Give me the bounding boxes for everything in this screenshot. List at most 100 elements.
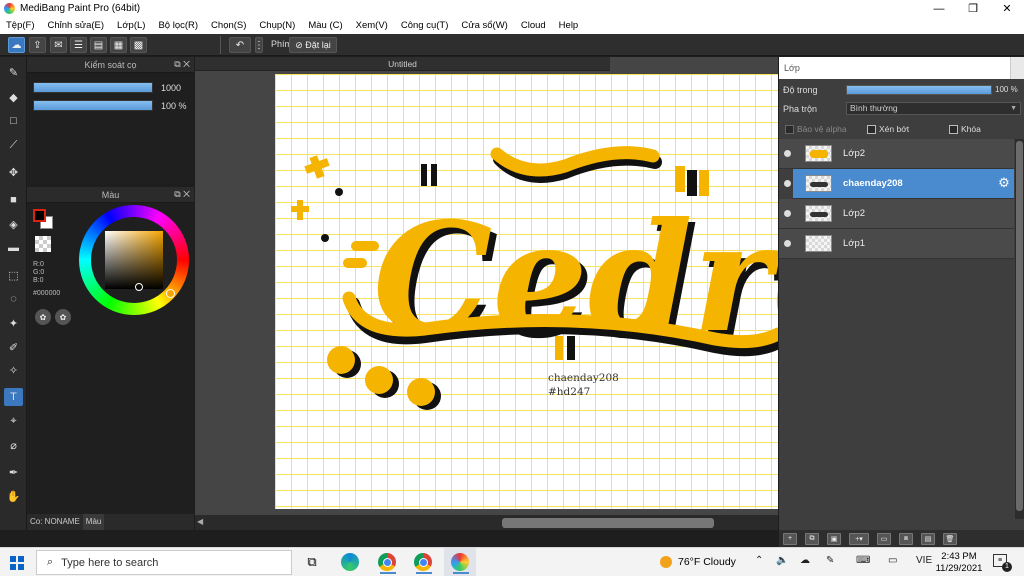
menu-file[interactable]: Tệp(F)	[6, 20, 35, 31]
layer-row[interactable]: Lớp2	[779, 139, 1014, 169]
reset-button[interactable]: ⊘ Đặt lại	[289, 37, 337, 53]
layer-list-scrollbar[interactable]	[1015, 139, 1024, 519]
visibility-eye-icon[interactable]	[784, 180, 791, 187]
task-view-icon[interactable]: ⧉	[302, 552, 322, 572]
trash-icon[interactable]: 🗑	[943, 532, 957, 545]
message-icon[interactable]: ☰	[70, 37, 87, 53]
merge-layer-icon[interactable]: ⧈	[899, 532, 913, 545]
minimize-button[interactable]: —	[922, 0, 956, 17]
display-icon[interactable]: ▭	[888, 555, 897, 566]
hue-marker[interactable]	[166, 289, 175, 298]
layer-row-selected[interactable]: chaenday208 ⚙	[784, 169, 1014, 199]
medibang-taskbar-icon[interactable]	[451, 553, 469, 574]
visibility-eye-icon[interactable]	[784, 210, 791, 217]
menu-tools[interactable]: Công cụ(T)	[401, 20, 449, 31]
document-icon[interactable]: ▤	[90, 37, 107, 53]
menu-view[interactable]: Xem(V)	[356, 20, 388, 31]
weather-widget[interactable]: 76°F Cloudy	[660, 556, 736, 568]
pen-icon[interactable]: ✎	[826, 555, 834, 566]
panel-close-icon[interactable]: ⧉ ✕	[174, 59, 190, 70]
hue-wheel[interactable]	[79, 205, 189, 315]
eyedropper-tool-icon[interactable]: ⌀	[4, 436, 23, 454]
comment-icon[interactable]: ✉	[50, 37, 67, 53]
brush-opacity-slider[interactable]	[33, 100, 153, 111]
gear-icon[interactable]: ⚙	[996, 175, 1012, 191]
sv-marker[interactable]	[135, 283, 143, 291]
pen-tool-icon[interactable]: ✒	[4, 463, 23, 481]
grid-icon[interactable]: ▦	[110, 37, 127, 53]
keyboard-icon[interactable]: ⌨	[856, 555, 870, 566]
text-tool-icon[interactable]: T	[4, 388, 23, 406]
close-button[interactable]: ✕	[990, 0, 1024, 17]
taskbar-search-box[interactable]: ⌕ Type here to search	[36, 550, 292, 575]
brush-size-slider[interactable]	[33, 82, 153, 93]
menu-color[interactable]: Màu (C)	[308, 20, 342, 31]
chrome-icon[interactable]	[378, 553, 396, 574]
menu-select[interactable]: Chọn(S)	[211, 20, 246, 31]
onedrive-icon[interactable]: ☁	[800, 555, 810, 566]
layer-opacity-value[interactable]: 100 %	[995, 85, 1018, 94]
select-eraser-tool-icon[interactable]: ✧	[4, 361, 23, 379]
new-halftone-layer-icon[interactable]: ▣	[827, 532, 841, 545]
menu-help[interactable]: Help	[559, 20, 579, 31]
speaker-icon[interactable]: 🔈	[776, 555, 788, 566]
clipping-checkbox[interactable]: Xén bớt	[867, 124, 909, 134]
lasso-tool-icon[interactable]: ◌	[4, 290, 23, 308]
undo-dropdown-icon[interactable]: ⋮	[254, 37, 264, 53]
menu-window[interactable]: Cửa sổ(W)	[461, 20, 507, 31]
chevron-up-icon[interactable]: ⌃	[755, 555, 763, 566]
foreground-color-swatch[interactable]	[33, 209, 46, 222]
select-tool-icon[interactable]: ⬚	[4, 266, 23, 284]
operation-tool-icon[interactable]: ⌖	[4, 412, 23, 430]
folder-icon[interactable]: ▭	[877, 532, 891, 545]
palette-icon[interactable]: ✿	[35, 309, 51, 325]
visibility-eye-icon[interactable]	[784, 150, 791, 157]
menu-cloud[interactable]: Cloud	[521, 20, 546, 31]
share-icon[interactable]: ⇪	[29, 37, 46, 53]
hand-tool-icon[interactable]: ✋	[4, 487, 23, 505]
blend-mode-select[interactable]: Bình thường ▼	[846, 102, 1021, 115]
move-tool-icon[interactable]: ✥	[4, 163, 23, 181]
layer-settings-icon[interactable]: ▤	[921, 532, 935, 545]
saturation-value-square[interactable]	[105, 231, 163, 291]
brush-tool-icon[interactable]: ✎	[4, 63, 23, 81]
brush-tab[interactable]: Co: NONAME	[27, 514, 83, 530]
brush-size-value[interactable]: 1000	[158, 81, 188, 94]
layer-panel-scroll-button[interactable]	[1010, 57, 1024, 79]
rect-fill-tool-icon[interactable]: ■	[4, 191, 23, 209]
eraser-tool-icon[interactable]: ◆	[4, 88, 23, 106]
menu-edit[interactable]: Chỉnh sửa(E)	[48, 20, 105, 31]
scrollbar-thumb[interactable]	[502, 518, 714, 528]
new-layer-icon[interactable]: +	[783, 532, 797, 545]
panel-close-icon[interactable]: ⧉ ✕	[174, 189, 190, 200]
brush-opacity-value[interactable]: 100 %	[158, 99, 188, 112]
magic-wand-tool-icon[interactable]: ✦	[4, 314, 23, 332]
duplicate-layer-icon[interactable]: ⧉	[805, 532, 819, 545]
menu-filter[interactable]: Bộ lọc(R)	[158, 20, 198, 31]
menu-layer[interactable]: Lớp(L)	[117, 20, 145, 31]
layer-row[interactable]: Lớp2	[779, 199, 1014, 229]
scrollbar-thumb[interactable]	[1016, 141, 1023, 511]
bucket-tool-icon[interactable]: ◈	[4, 215, 23, 233]
canvas-paper[interactable]: Cedro Cedro chaenday208 #hd247	[275, 74, 778, 509]
menu-snap[interactable]: Chụp(N)	[259, 20, 295, 31]
maximize-button[interactable]: ❐	[956, 0, 990, 17]
line-tool-icon[interactable]: ⟋	[4, 136, 23, 154]
edge-browser-icon[interactable]	[341, 553, 359, 571]
document-tab[interactable]: Untitled	[195, 57, 610, 71]
color-tab[interactable]: Màu	[82, 514, 105, 530]
layer-row[interactable]: Lớp1	[779, 229, 1014, 259]
color-history-icon[interactable]: ✿	[55, 309, 71, 325]
visibility-eye-icon[interactable]	[784, 240, 791, 247]
select-pen-tool-icon[interactable]: ✐	[4, 338, 23, 356]
tile-icon[interactable]: ▩	[130, 37, 147, 53]
dot-tool-icon[interactable]: □	[4, 112, 23, 130]
language-indicator[interactable]: VIE	[916, 555, 932, 566]
transparent-color-swatch[interactable]	[35, 236, 51, 252]
canvas-horizontal-scrollbar[interactable]: ◀	[195, 515, 778, 530]
add-layer-dropdown-icon[interactable]: +▾	[849, 532, 869, 545]
windows-start-icon[interactable]	[10, 556, 24, 570]
protect-alpha-checkbox[interactable]: Bảo vệ alpha	[785, 124, 847, 134]
cloud-icon[interactable]: ☁	[8, 37, 25, 53]
chrome-profile-icon[interactable]	[414, 553, 432, 574]
